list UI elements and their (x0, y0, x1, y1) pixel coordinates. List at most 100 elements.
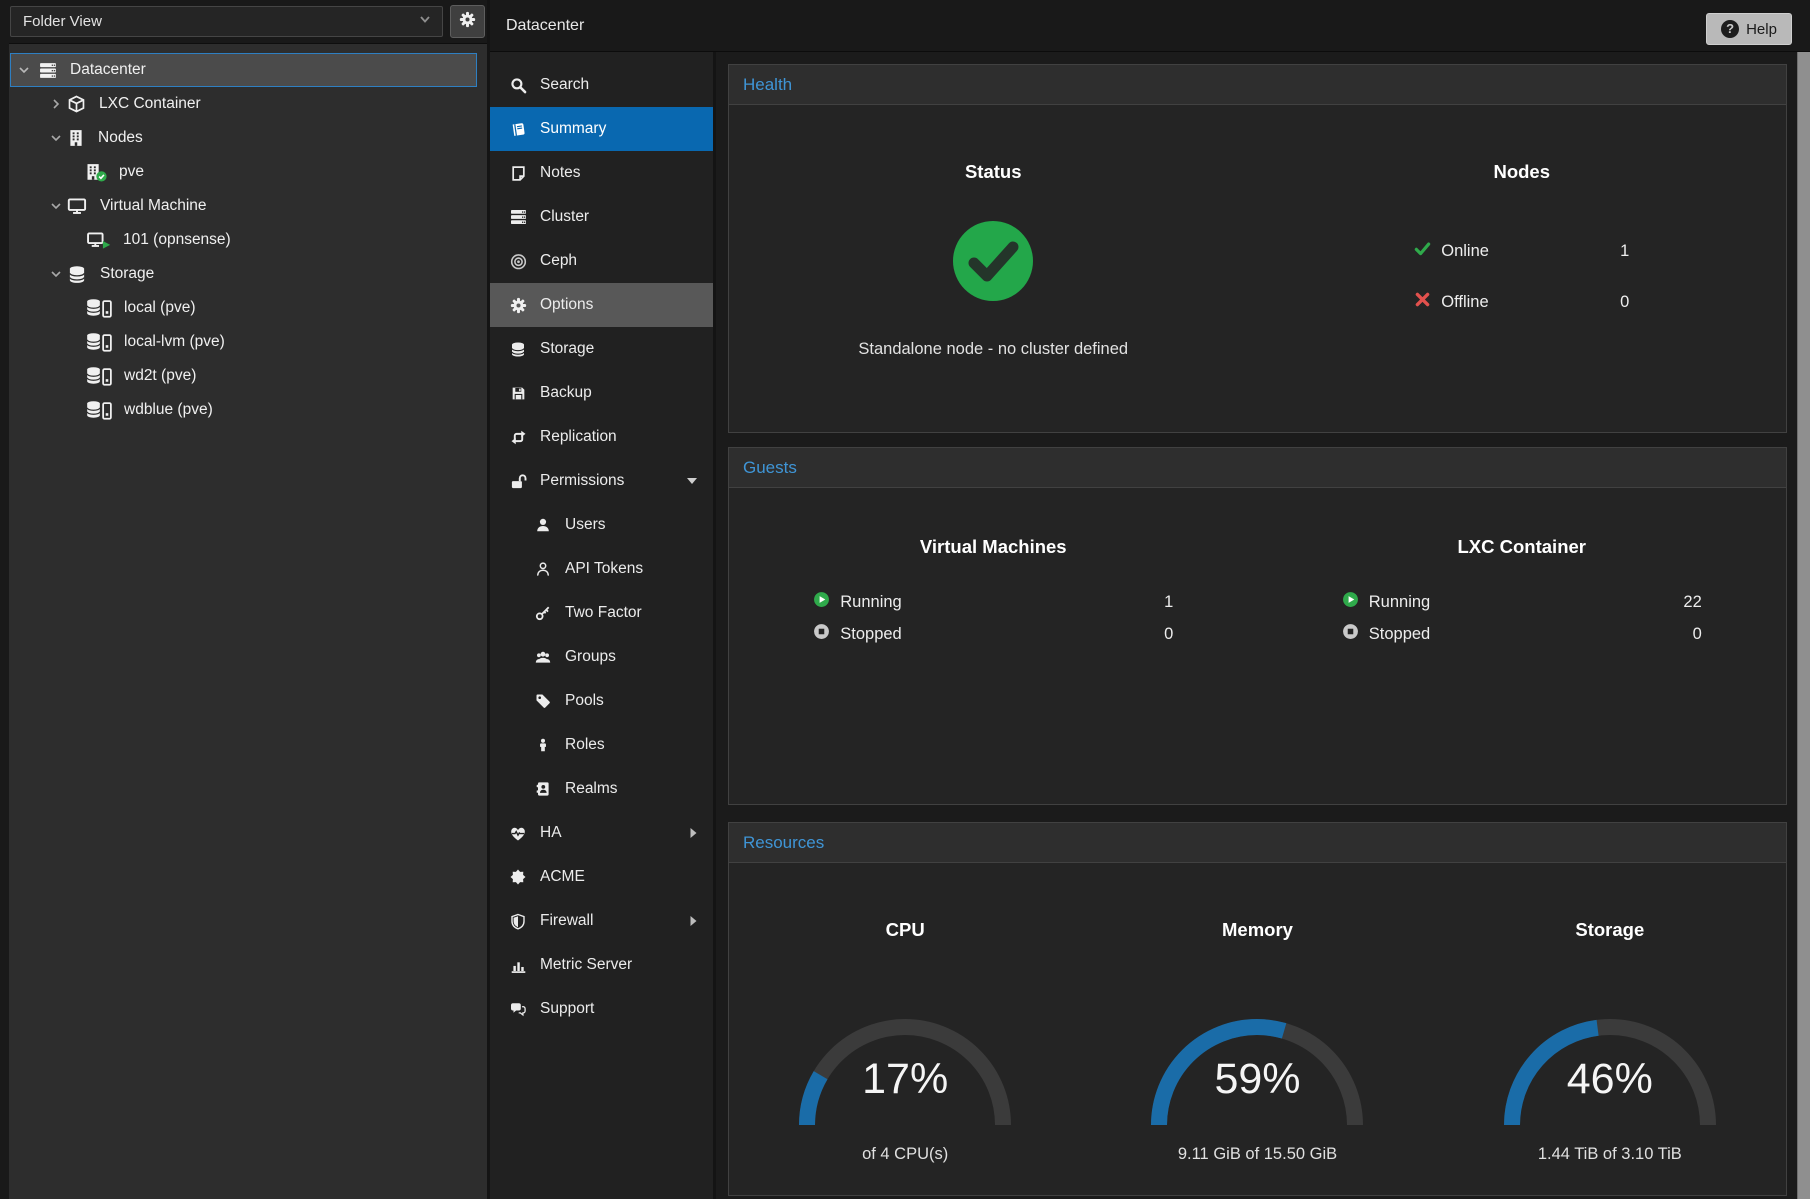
tree-item-storage-wdblue[interactable]: wdblue (pve) (10, 393, 477, 427)
memory-usage-percent: 59% (1127, 1055, 1387, 1104)
database-drive-icon (86, 400, 113, 420)
nav-item-replication[interactable]: Replication (490, 415, 713, 459)
tree-item-storage[interactable]: Storage (10, 257, 477, 291)
nodes-offline-row: Offline 0 (1414, 290, 1629, 314)
tag-icon (533, 693, 553, 709)
help-button[interactable]: Help (1706, 13, 1792, 45)
nav-item-ceph[interactable]: Ceph (490, 239, 713, 283)
storage-gauge-title: Storage (1575, 919, 1644, 941)
nav-item-summary[interactable]: Summary (490, 107, 713, 151)
nav-item-options[interactable]: Options (490, 283, 713, 327)
nav-item-firewall[interactable]: Firewall (490, 899, 713, 943)
stop-circle-icon (1342, 623, 1359, 645)
cpu-gauge-title: CPU (886, 919, 925, 941)
floppy-icon (508, 385, 528, 402)
chevron-down-icon[interactable] (50, 132, 62, 144)
nav-item-realms[interactable]: Realms (490, 767, 713, 811)
gear-icon (508, 297, 528, 314)
resources-panel: Resources CPU 17% of 4 CPU(s) Memory (728, 822, 1787, 1196)
nodes-rows: Online 1 Offline 0 (1414, 239, 1629, 314)
nav-item-backup[interactable]: Backup (490, 371, 713, 415)
memory-usage-detail: 9.11 GiB of 15.50 GiB (1178, 1145, 1337, 1164)
heartbeat-icon (508, 825, 528, 842)
database-drive-icon (86, 332, 113, 352)
monitor-play-icon (86, 231, 112, 250)
chevron-down-icon[interactable] (50, 200, 62, 212)
vm-column-title: Virtual Machines (920, 536, 1067, 558)
health-nodes-column: Nodes Online 1 Offline 0 (1258, 105, 1787, 359)
nav-item-notes[interactable]: Notes (490, 151, 713, 195)
lxc-stopped-row: Stopped 0 (1342, 622, 1702, 646)
server-stack-icon (508, 209, 528, 225)
nav-item-search[interactable]: Search (490, 63, 713, 107)
server-stack-icon (39, 62, 57, 79)
config-nav-panel: Search Summary Notes Cluster Ceph Option… (490, 52, 713, 1199)
cpu-usage-detail: of 4 CPU(s) (862, 1145, 948, 1164)
chevron-right-icon[interactable] (50, 98, 62, 110)
nav-item-groups[interactable]: Groups (490, 635, 713, 679)
resource-tree-panel: Folder View Datacenter LXC Container Nod… (0, 0, 487, 1199)
lxc-column-title: LXC Container (1458, 536, 1586, 558)
tree-item-lxc-container[interactable]: LXC Container (10, 87, 477, 121)
nav-item-ha[interactable]: HA (490, 811, 713, 855)
building-check-icon (86, 163, 108, 182)
tree-item-nodes[interactable]: Nodes (10, 121, 477, 155)
tree-item-storage-wd2t[interactable]: wd2t (pve) (10, 359, 477, 393)
vm-running-row: Running 1 (813, 590, 1173, 614)
stop-circle-icon (813, 623, 830, 645)
nav-item-acme[interactable]: ACME (490, 855, 713, 899)
check-icon (1414, 240, 1431, 262)
nav-item-two-factor[interactable]: Two Factor (490, 591, 713, 635)
cluster-status-message: Standalone node - no cluster defined (858, 340, 1128, 359)
guests-panel: Guests Virtual Machines Running 1 Stoppe… (728, 447, 1787, 805)
guests-body: Virtual Machines Running 1 Stopped 0 LXC… (729, 488, 1786, 646)
person-icon (533, 737, 553, 753)
tree-item-datacenter[interactable]: Datacenter (10, 53, 477, 87)
vm-rows: Running 1 Stopped 0 (813, 590, 1173, 646)
user-outline-icon (533, 561, 553, 577)
chevron-down-icon[interactable] (18, 64, 30, 76)
view-mode-select[interactable]: Folder View (10, 6, 443, 37)
database-drive-icon (86, 366, 113, 386)
monitor-icon (67, 197, 87, 215)
status-column-title: Status (965, 161, 1022, 183)
nav-item-metric-server[interactable]: Metric Server (490, 943, 713, 987)
nav-item-api-tokens[interactable]: API Tokens (490, 547, 713, 591)
tree-settings-button[interactable] (450, 5, 485, 38)
guests-panel-header: Guests (729, 448, 1786, 488)
nav-item-users[interactable]: Users (490, 503, 713, 547)
nav-item-storage[interactable]: Storage (490, 327, 713, 371)
content-header-bar: Datacenter (490, 0, 1810, 52)
play-circle-icon (1342, 591, 1359, 613)
panel-divider (713, 52, 716, 1199)
tree-item-storage-local-lvm[interactable]: local-lvm (pve) (10, 325, 477, 359)
database-icon (67, 265, 87, 284)
nodes-online-row: Online 1 (1414, 239, 1629, 263)
check-circle-icon (951, 219, 1035, 308)
chevron-down-icon[interactable] (50, 268, 62, 280)
caret-down-icon (687, 478, 697, 485)
storage-gauge-column: Storage 46% 1.44 TiB of 3.10 TiB (1434, 863, 1786, 1164)
vertical-scrollbar[interactable] (1797, 52, 1810, 1199)
nav-item-permissions[interactable]: Permissions (490, 459, 713, 503)
play-circle-icon (813, 591, 830, 613)
ceph-icon (508, 253, 528, 270)
tree-item-virtual-machine[interactable]: Virtual Machine (10, 189, 477, 223)
note-icon (508, 165, 528, 182)
nav-item-cluster[interactable]: Cluster (490, 195, 713, 239)
nav-item-support[interactable]: Support (490, 987, 713, 1031)
nav-item-pools[interactable]: Pools (490, 679, 713, 723)
tree-item-storage-local[interactable]: local (pve) (10, 291, 477, 325)
tree-item-vm-101[interactable]: 101 (opnsense) (10, 223, 477, 257)
question-circle-icon (1721, 20, 1739, 38)
storage-usage-percent: 46% (1480, 1055, 1740, 1104)
cross-icon (1414, 291, 1431, 313)
cpu-usage-percent: 17% (775, 1055, 1035, 1104)
database-icon (508, 341, 528, 358)
tree-item-pve[interactable]: pve (10, 155, 477, 189)
memory-gauge: 59% (1127, 997, 1387, 1137)
sync-arrows-icon (508, 429, 528, 446)
key-icon (533, 605, 553, 621)
window-edge (0, 0, 9, 1199)
nav-item-roles[interactable]: Roles (490, 723, 713, 767)
